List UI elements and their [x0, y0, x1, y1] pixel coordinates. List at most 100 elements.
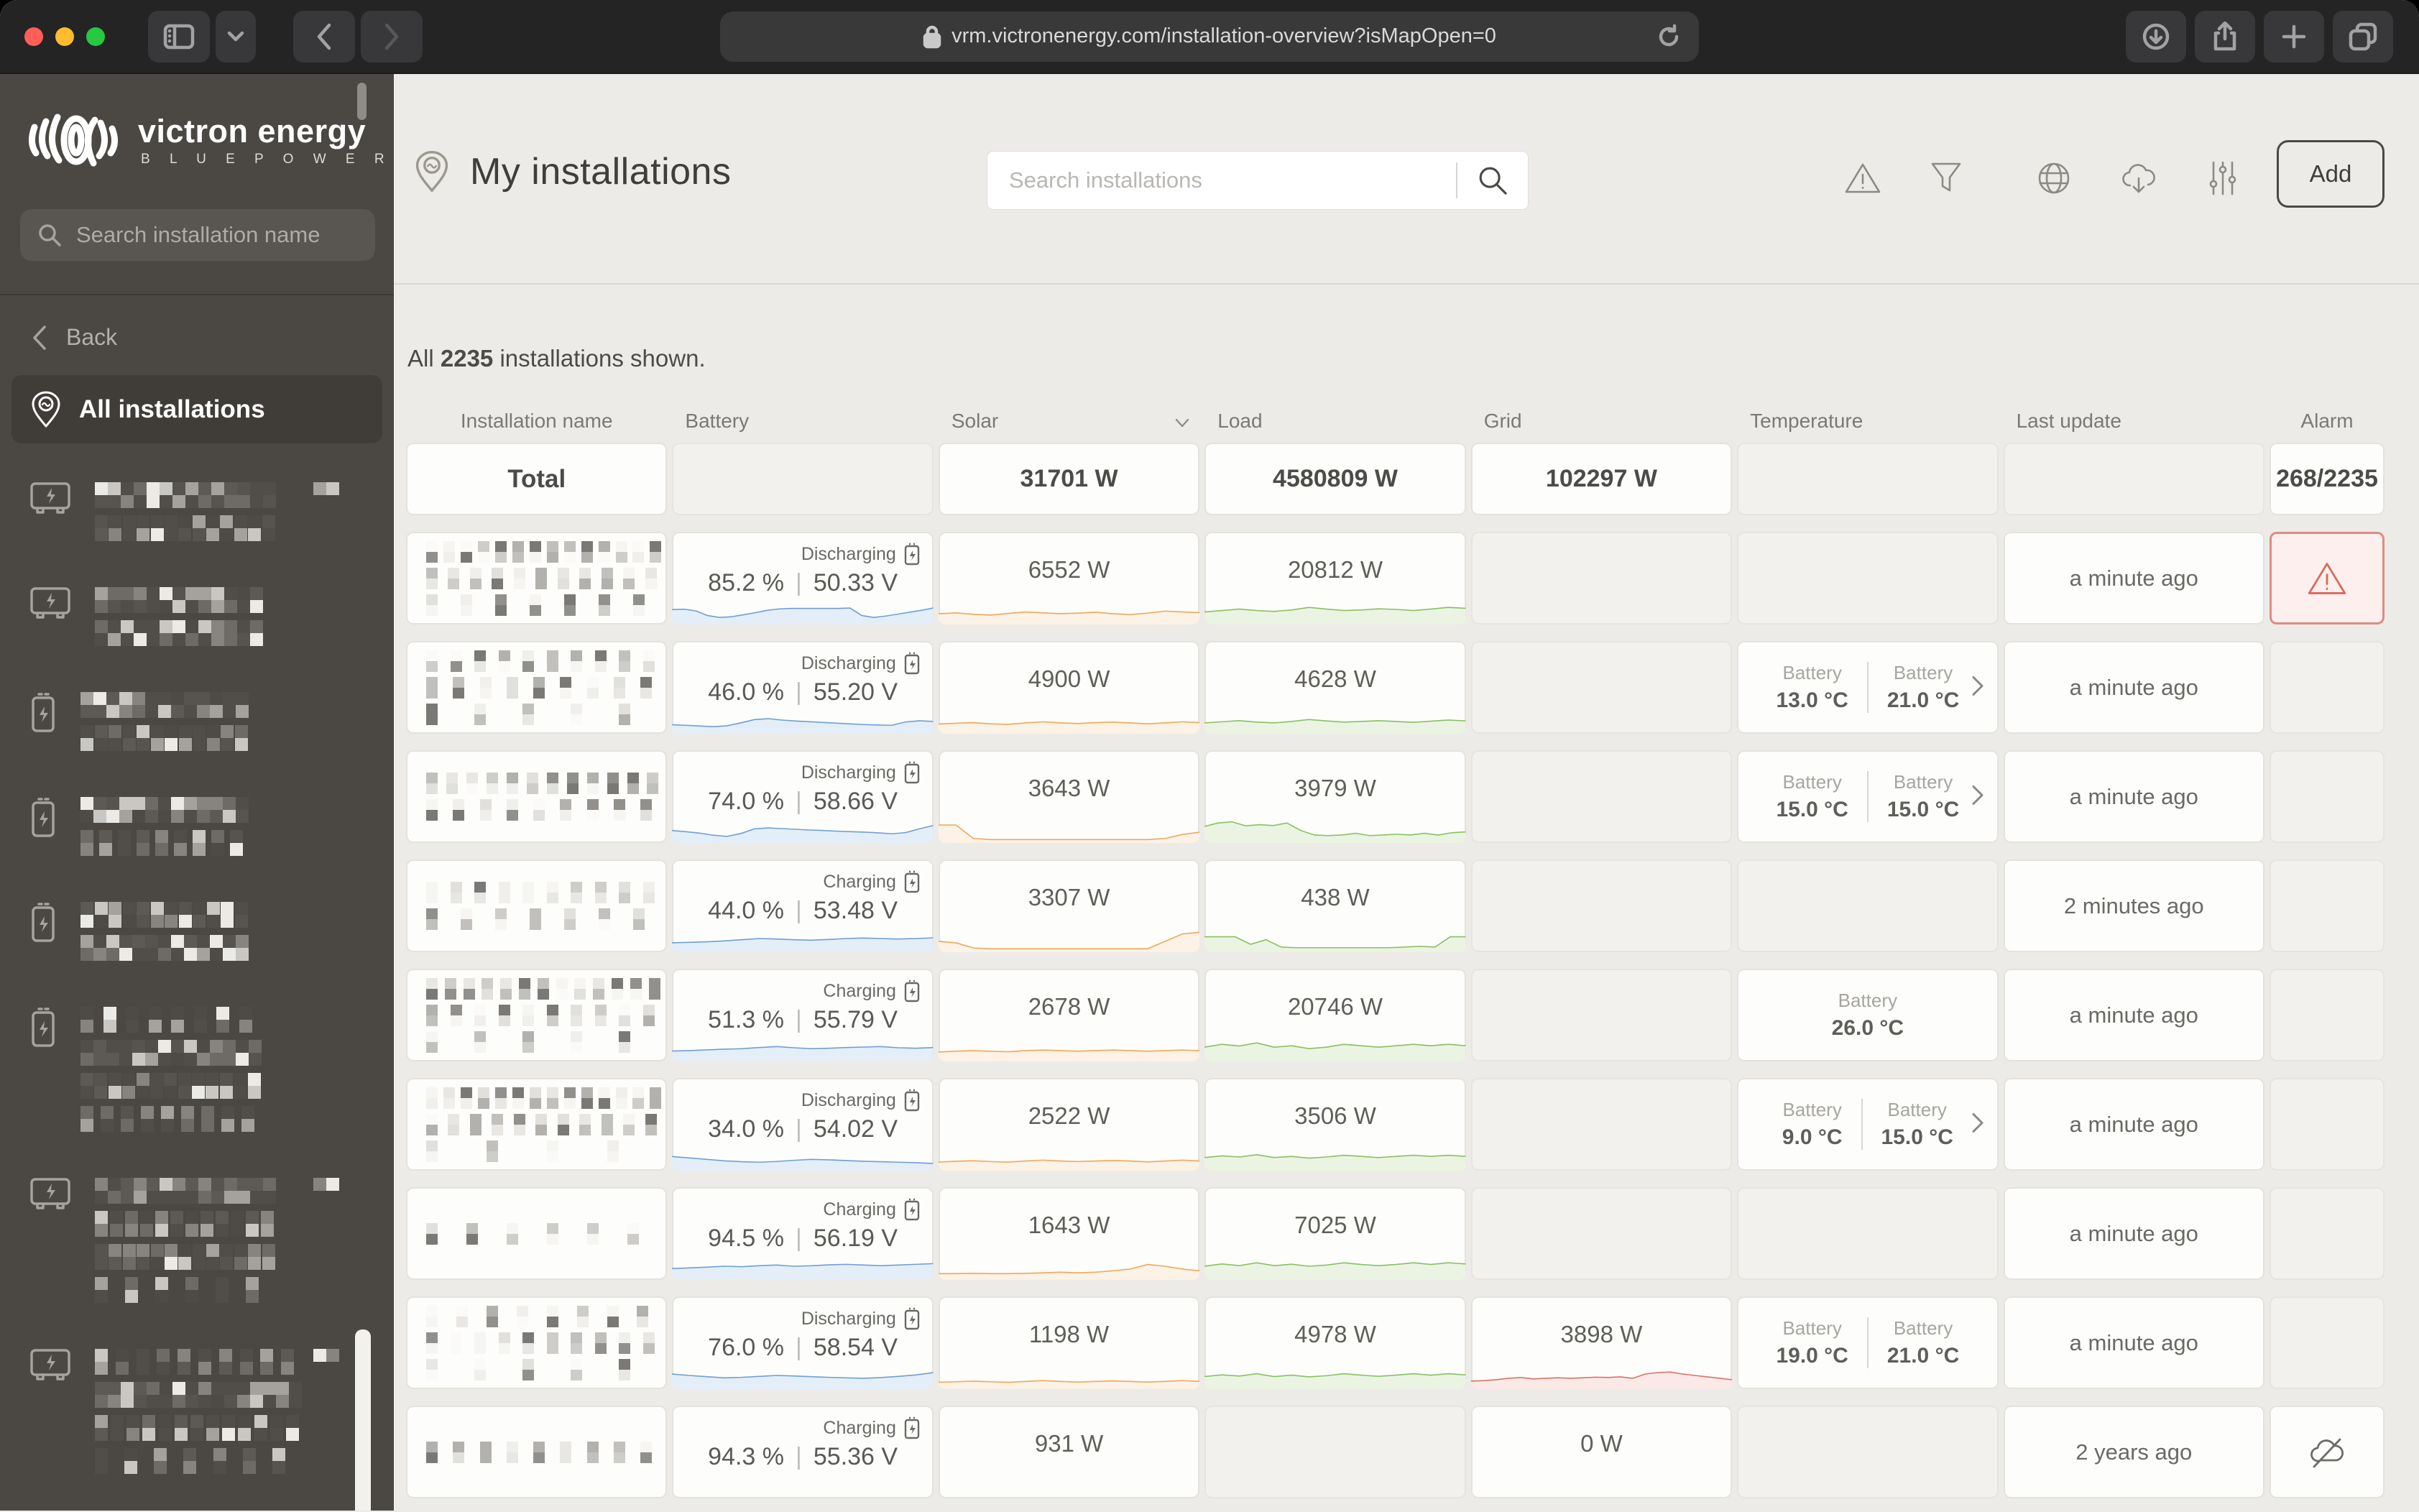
installations-count: 2235	[440, 345, 494, 372]
redacted-text	[426, 594, 667, 616]
temperature-value: 15.0 °C	[1886, 798, 1960, 821]
battery-cell: Discharging 85.2 % | 50.33 V	[672, 532, 934, 624]
installation-name-cell	[406, 1187, 668, 1280]
temperature-value: 26.0 °C	[1831, 1016, 1904, 1040]
search-icon[interactable]	[1477, 165, 1508, 196]
chevron-left-icon	[33, 325, 46, 350]
sidebar-scrollbar-thumb[interactable]	[357, 83, 367, 120]
temperature-expand-chevron[interactable]	[1971, 675, 1984, 700]
filter-icon[interactable]	[1930, 162, 1962, 195]
last-update-cell: a minute ago	[2003, 532, 2264, 624]
alarm-cell	[2269, 750, 2385, 843]
column-header-load[interactable]: Load	[1204, 410, 1465, 433]
column-header-solar[interactable]: Solar	[939, 410, 1199, 433]
total-solar-cell: 31701 W	[938, 443, 1200, 515]
temperature-expand-chevron[interactable]	[1971, 1112, 1984, 1137]
tab-overview-button[interactable]	[2333, 10, 2393, 63]
column-header-grid[interactable]: Grid	[1471, 410, 1732, 433]
temperature-label: Battery	[1893, 1317, 1953, 1339]
battery-sparkline	[672, 1143, 934, 1171]
sidebar-back-button[interactable]: Back	[32, 324, 394, 351]
sidebar-installation-item[interactable]	[29, 481, 394, 541]
add-installation-button[interactable]: Add	[2277, 140, 2385, 208]
column-header-last-update[interactable]: Last update	[2004, 410, 2264, 433]
redacted-text	[95, 1448, 302, 1474]
grid-value: 0 W	[1580, 1430, 1623, 1457]
sidebar-installation-item[interactable]	[29, 1347, 394, 1474]
total-name-cell: Total	[406, 443, 668, 515]
column-header-temperature[interactable]: Temperature	[1737, 410, 1998, 433]
inverter-icon	[30, 482, 70, 514]
installations-search[interactable]: Search installations	[987, 152, 1528, 209]
sidebar-dropdown-button[interactable]	[216, 10, 256, 63]
sidebar-installation-item[interactable]	[29, 1005, 394, 1132]
sidebar-installation-item[interactable]	[29, 586, 394, 646]
load-value: 20746 W	[1287, 993, 1383, 1020]
load-cell: 4628 W	[1204, 641, 1466, 734]
temperature-expand-chevron[interactable]	[1971, 784, 1984, 809]
last-update-value: 2 minutes ago	[2063, 893, 2204, 918]
last-update-value: a minute ago	[2069, 674, 2198, 700]
redacted-text	[426, 977, 667, 1000]
table-row[interactable]: Charging 51.3 % | 55.79 V 2678 W 20746 W B…	[406, 969, 2385, 1061]
table-row[interactable]: Discharging 74.0 % | 58.66 V 3643 W 3979 W…	[406, 750, 2385, 843]
sidebar-search-input[interactable]: Search installation name	[20, 209, 375, 261]
sidebar-installation-list	[29, 481, 394, 1474]
sidebar-toggle-icon	[163, 24, 195, 49]
column-header-alarm[interactable]: Alarm	[2270, 410, 2385, 433]
browser-chrome: vrm.victronenergy.com/installation-overv…	[0, 0, 2419, 74]
last-update-cell: 2 minutes ago	[2003, 859, 2264, 952]
grid-cell: 0 W	[1470, 1406, 1733, 1498]
last-update-cell: a minute ago	[2003, 750, 2264, 843]
temperature-label: Battery	[1887, 1099, 1947, 1120]
alarm-cell[interactable]	[2269, 532, 2385, 624]
share-button[interactable]	[2195, 10, 2255, 63]
redacted-text	[95, 1349, 302, 1375]
solar-value: 931 W	[1034, 1430, 1104, 1457]
temperature-value: 21.0 °C	[1886, 1344, 1960, 1368]
table-row[interactable]: Discharging 85.2 % | 50.33 V 6552 W 20812 …	[406, 532, 2385, 624]
table-row[interactable]: Discharging 46.0 % | 55.20 V 4900 W 4628 W…	[406, 641, 2385, 734]
table-row[interactable]: Discharging 76.0 % | 58.54 V 1198 W 4978 W…	[406, 1296, 2385, 1389]
table-row[interactable]: Discharging 34.0 % | 54.02 V 2522 W 3506 W…	[406, 1078, 2385, 1171]
close-window-button[interactable]	[24, 27, 43, 46]
zoom-window-button[interactable]	[86, 27, 105, 46]
sidebar-toggle-button[interactable]	[148, 10, 210, 63]
sidebar-installation-item[interactable]	[29, 1176, 394, 1303]
total-temperature-cell	[1737, 443, 1999, 515]
table-row[interactable]: Charging 94.5 % | 56.19 V 1643 W 7025 W a …	[406, 1187, 2385, 1280]
installations-table: Total 31701 W 4580809 W 102297 W 268/2235 Dis…	[406, 443, 2385, 1498]
column-header-installation-name[interactable]: Installation name	[406, 410, 667, 433]
table-row[interactable]: Charging 44.0 % | 53.48 V 3307 W 438 W 2 m…	[406, 859, 2385, 952]
sidebar-search-placeholder: Search installation name	[76, 222, 321, 247]
alarms-filter-icon[interactable]	[1844, 162, 1881, 195]
globe-icon[interactable]	[2037, 161, 2071, 195]
redacted-text	[426, 1113, 667, 1135]
column-settings-icon[interactable]	[2206, 160, 2239, 196]
new-tab-button[interactable]	[2264, 10, 2324, 63]
sidebar-installation-item[interactable]	[29, 900, 394, 961]
column-header-battery[interactable]: Battery	[672, 410, 933, 433]
forward-button[interactable]	[361, 10, 423, 63]
load-value: 3979 W	[1294, 775, 1376, 801]
sidebar-installation-item[interactable]	[29, 691, 394, 751]
cloud-download-icon[interactable]	[2120, 161, 2157, 195]
battery-voltage: 56.19 V	[813, 1225, 898, 1252]
back-button[interactable]	[293, 10, 355, 63]
battery-cell: Discharging 74.0 % | 58.66 V	[672, 750, 934, 843]
redacted-text	[95, 482, 276, 508]
address-bar[interactable]: vrm.victronenergy.com/installation-overv…	[720, 11, 1699, 62]
redacted-text	[95, 1244, 276, 1270]
minimize-window-button[interactable]	[55, 27, 74, 46]
refresh-icon[interactable]	[1656, 24, 1682, 50]
sidebar-item-all-installations[interactable]: All installations	[11, 375, 382, 443]
table-row[interactable]: Charging 94.3 % | 55.36 V 931 W 0 W 2 years a…	[406, 1406, 2385, 1498]
alarm-cell	[2269, 859, 2385, 952]
sidebar-installation-item[interactable]	[29, 796, 394, 856]
downloads-button[interactable]	[2126, 10, 2186, 63]
battery-status-icon	[904, 761, 920, 784]
total-grid-value: 102297 W	[1545, 465, 1657, 492]
sidebar-scrollbar-track[interactable]	[355, 1329, 371, 1511]
temperature-label: Battery	[1782, 662, 1842, 683]
total-load-value: 4580809 W	[1273, 465, 1398, 492]
